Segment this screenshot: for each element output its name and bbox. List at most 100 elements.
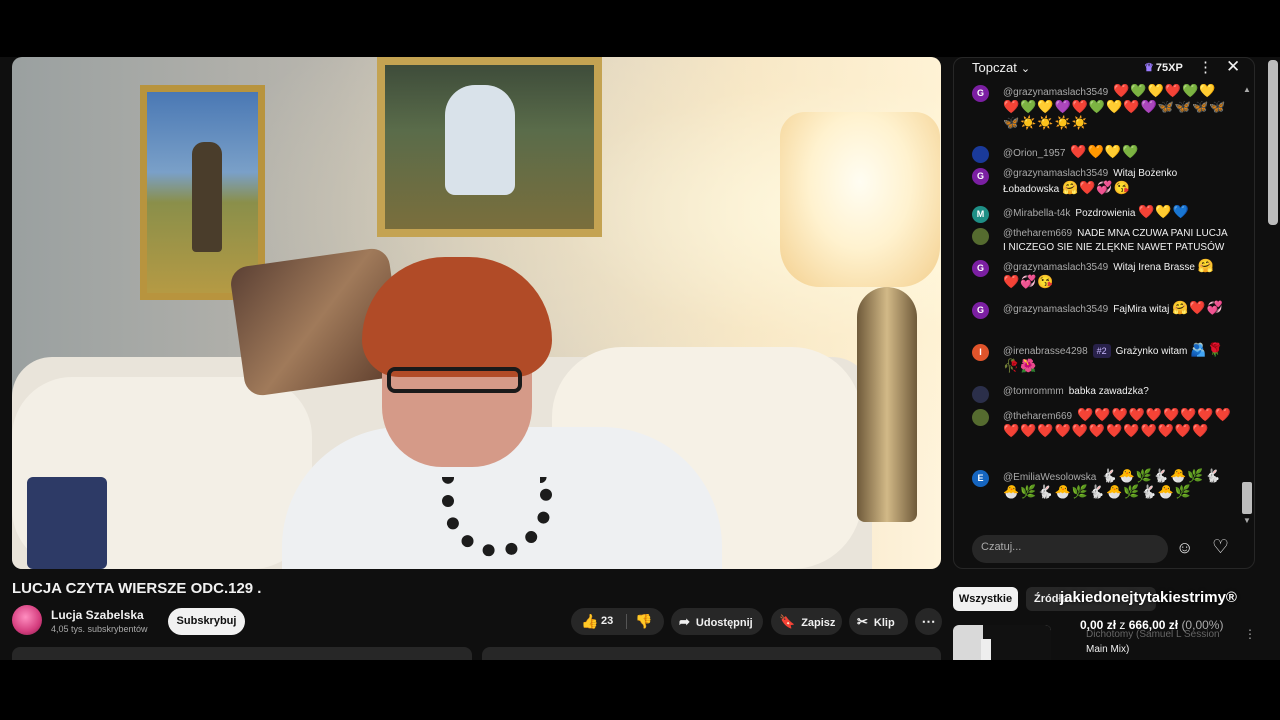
lamp-base — [857, 287, 917, 522]
chat-author[interactable]: @irenabrasse4298 — [1003, 346, 1088, 357]
crown-icon: ♛ — [1144, 62, 1154, 74]
xp-value: 75XP — [1155, 62, 1183, 74]
avatar: I — [972, 344, 989, 361]
presenter — [262, 257, 732, 569]
chat-author[interactable]: @Orion_1957 — [1003, 148, 1065, 159]
chat-text: Witaj Irena Brasse — [1113, 262, 1195, 273]
chevron-down-icon: ⌄ — [1020, 63, 1031, 75]
chat-emoji: 🤗❤️💞😘 — [1061, 180, 1131, 195]
donation-overlay-title: jakiedonejtytakiestrimy® — [1060, 589, 1237, 606]
painting-center — [377, 57, 602, 237]
avatar: E — [972, 470, 989, 487]
chat-message: G @grazynamaslach3549 Witaj Irena Brasse … — [972, 259, 1232, 291]
save-label: Zapisz — [801, 617, 836, 629]
chevron-down-icon[interactable]: ▼ — [1243, 516, 1251, 525]
emoji-icon[interactable]: ☺ — [1176, 538, 1193, 558]
presenter-hair — [362, 257, 552, 377]
chat-author[interactable]: @grazynamaslach3549 — [1003, 304, 1108, 315]
more-actions-button[interactable]: ⋯ — [915, 608, 942, 635]
chat-emoji: ❤️💛💙 — [1138, 204, 1190, 219]
chat-mode-label: Topczat — [972, 60, 1017, 75]
chat-input-placeholder: Czatuj... — [981, 541, 1022, 553]
share-icon: ➦ — [679, 614, 690, 629]
like-dislike-group: 👍 23 👎 — [571, 608, 664, 635]
comments-card[interactable] — [482, 647, 941, 661]
donation-sep: z — [1119, 618, 1126, 632]
chat-author[interactable]: @grazynamaslach3549 — [1003, 168, 1108, 179]
page-scrollbar[interactable] — [1268, 60, 1278, 225]
lamp-shade — [780, 112, 940, 287]
clip-label: Klip — [873, 617, 895, 629]
chat-author[interactable]: @tomrommm — [1003, 386, 1064, 397]
tissue-box — [27, 477, 107, 569]
avatar — [972, 386, 989, 403]
chat-author[interactable]: @theharem669 — [1003, 228, 1072, 239]
top-black-bar — [0, 0, 1280, 57]
thumbs-down-icon[interactable]: 👎 — [635, 608, 652, 635]
chat-author[interactable]: @theharem669 — [1003, 411, 1072, 422]
chat-message: M @Mirabella-t4k Pozdrowienia ❤️💛💙 — [972, 204, 1232, 223]
share-label: Udostępnij — [695, 617, 753, 629]
divider — [626, 614, 627, 629]
save-button[interactable]: 🔖 Zapisz — [771, 608, 842, 635]
chevron-up-icon[interactable]: ▲ — [1243, 85, 1251, 94]
chat-message: E @EmiliaWesolowska 🐇🐣🌿🐇🐣🌿🐇🐣🌿🐇🐣🌿🐇🐣🌿🐇🐣🌿 — [972, 469, 1232, 501]
heart-icon[interactable]: ♡ — [1212, 536, 1229, 559]
avatar: G — [972, 260, 989, 277]
avatar: G — [972, 85, 989, 102]
chat-text: FajMira witaj — [1113, 304, 1170, 315]
more-options-icon[interactable]: ⋮ — [1244, 627, 1256, 641]
subscriber-count: 4,05 tys. subskrybentów — [51, 624, 148, 634]
chat-message: I @irenabrasse4298 #2 Grażynko witam 🫂🌹🥀🌺 — [972, 343, 1232, 375]
description-card[interactable] — [12, 647, 472, 661]
live-chat-panel: Topczat ⌄ ♛ 75XP ⋮ ✕ G @grazynamaslach3549… — [953, 57, 1255, 569]
chat-author[interactable]: @grazynamaslach3549 — [1003, 262, 1108, 273]
more-options-icon[interactable]: ⋮ — [1198, 58, 1213, 76]
donation-current: 0,00 zł — [1080, 618, 1117, 632]
chat-message: @theharem669 ❤️❤️❤️❤️❤️❤️❤️❤️❤️❤️❤️❤️❤️❤️… — [972, 408, 1232, 440]
share-button[interactable]: ➦ Udostępnij — [671, 608, 763, 635]
chat-mode-dropdown[interactable]: Topczat ⌄ — [972, 60, 1030, 75]
donation-goal: 0,00 zł z 666,00 zł (0,00%) — [1080, 618, 1223, 632]
bookmark-icon: 🔖 — [779, 614, 796, 629]
chat-message: @theharem669 NADE MNA CZUWA PANI LUCJA I … — [972, 227, 1232, 255]
chip-all[interactable]: Wszystkie — [953, 587, 1018, 611]
chat-emoji: 🤗❤️💞 — [1172, 300, 1224, 315]
chat-author[interactable]: @grazynamaslach3549 — [1003, 87, 1108, 98]
thumbs-up-icon[interactable]: 👍 — [581, 608, 598, 635]
chat-messages: G @grazynamaslach3549 ❤️💚💛❤️💚💛❤️💚💛💜❤️💚💛❤️… — [954, 82, 1244, 528]
donation-percent: (0,00%) — [1181, 618, 1224, 632]
chat-scrollbar[interactable] — [1242, 482, 1252, 514]
chat-text: Grażynko witam — [1115, 346, 1188, 357]
donation-target: 666,00 zł — [1128, 618, 1179, 632]
channel-name[interactable]: Lucja Szabelska — [51, 608, 144, 622]
thumbnail-light — [981, 639, 991, 661]
more-horizontal-icon: ⋯ — [921, 613, 936, 629]
chat-author[interactable]: @Mirabella-t4k — [1003, 208, 1070, 219]
chat-message: G @grazynamaslach3549 FajMira witaj 🤗❤️💞 — [972, 300, 1232, 319]
recommendation-thumbnail[interactable] — [953, 625, 1051, 661]
avatar[interactable] — [12, 605, 42, 635]
chat-text: Pozdrowienia — [1075, 208, 1136, 219]
chat-text: babka zawadzka? — [1068, 386, 1149, 397]
painting-figure — [445, 85, 515, 195]
chat-message: @tomrommm babka zawadzka? — [972, 385, 1232, 403]
avatar — [972, 146, 989, 163]
chat-author[interactable]: @EmiliaWesolowska — [1003, 472, 1096, 483]
clip-button[interactable]: ✂ Klip — [849, 608, 908, 635]
avatar: G — [972, 302, 989, 319]
chat-message: G @grazynamaslach3549 ❤️💚💛❤️💚💛❤️💚💛💜❤️💚💛❤️… — [972, 84, 1232, 132]
avatar — [972, 409, 989, 426]
scissors-icon: ✂ — [857, 614, 868, 629]
presenter-glasses — [387, 367, 522, 393]
like-count[interactable]: 23 — [601, 608, 613, 635]
video-title: LUCJA CZYTA WIERSZE ODC.129 . — [12, 580, 262, 597]
video-player[interactable] — [12, 57, 941, 569]
xp-badge[interactable]: ♛ 75XP — [1144, 61, 1183, 74]
avatar — [972, 228, 989, 245]
avatar: G — [972, 168, 989, 185]
chat-input[interactable]: Czatuj... — [972, 535, 1168, 563]
chat-emoji: ❤️🧡💛💚 — [1070, 144, 1140, 159]
close-icon[interactable]: ✕ — [1226, 58, 1240, 77]
subscribe-button[interactable]: Subskrybuj — [168, 608, 245, 635]
